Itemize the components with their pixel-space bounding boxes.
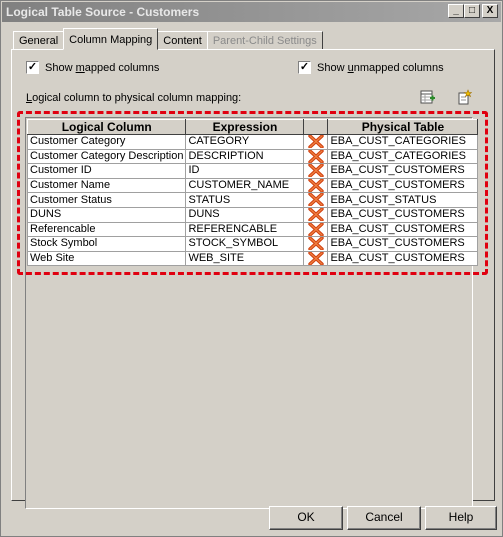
table-row[interactable]: Customer Name CUSTOMER_NAME EBA_CUST_CUSTO… bbox=[26, 177, 479, 194]
physical-table-cell[interactable]: EBA_CUST_CATEGORIES bbox=[327, 134, 479, 150]
expression-cell[interactable]: DESCRIPTION bbox=[185, 148, 305, 165]
logical-column-cell[interactable]: Referencable bbox=[26, 221, 187, 238]
delete-x-icon[interactable] bbox=[303, 221, 329, 238]
table-row[interactable]: Customer ID ID EBA_CUST_CUSTOMERS bbox=[26, 163, 479, 179]
close-button[interactable]: X bbox=[482, 4, 498, 18]
maximize-button[interactable]: □ bbox=[464, 4, 480, 18]
mapping-label: Logical column to physical column mappin… bbox=[26, 92, 242, 104]
expression-cell[interactable]: WEB_SITE bbox=[185, 250, 305, 267]
delete-x-icon[interactable] bbox=[303, 134, 329, 150]
table-body: Customer Category CATEGORY EBA_CUST_CATEGO… bbox=[26, 134, 479, 267]
physical-table-cell[interactable]: EBA_CUST_CATEGORIES bbox=[327, 148, 479, 165]
expression-cell[interactable]: STOCK_SYMBOL bbox=[185, 236, 305, 252]
delete-x-icon[interactable] bbox=[303, 192, 329, 208]
logical-column-cell[interactable]: Stock Symbol bbox=[26, 236, 187, 252]
expression-cell[interactable]: CUSTOMER_NAME bbox=[185, 177, 305, 194]
expression-cell[interactable]: DUNS bbox=[185, 206, 305, 223]
column-mapping-table: Logical Column Expression Physical Table… bbox=[26, 119, 479, 267]
logical-column-cell[interactable]: Customer Category bbox=[26, 134, 187, 150]
show-mapped-option[interactable]: ✓ Show mapped columns bbox=[26, 61, 159, 74]
logical-column-cell[interactable]: Customer Status bbox=[26, 192, 187, 208]
window-controls: _ □ X bbox=[448, 4, 498, 18]
header-logical-column[interactable]: Logical Column bbox=[26, 119, 187, 135]
table-row[interactable]: Customer Category CATEGORY EBA_CUST_CATEGO… bbox=[26, 134, 479, 150]
delete-x-icon[interactable] bbox=[303, 177, 329, 194]
delete-x-icon[interactable] bbox=[303, 236, 329, 252]
show-mapped-label: Show mapped columns bbox=[45, 61, 160, 74]
delete-x-icon[interactable] bbox=[303, 206, 329, 223]
show-unmapped-option[interactable]: ✓ Show unmapped columns bbox=[298, 61, 444, 74]
header-physical-table[interactable]: Physical Table bbox=[327, 119, 479, 135]
ok-button[interactable]: OK bbox=[269, 506, 343, 530]
physical-table-cell[interactable]: EBA_CUST_CUSTOMERS bbox=[327, 250, 479, 267]
dialog-window: Logical Table Source - Customers _ □ X G… bbox=[0, 0, 503, 537]
physical-table-cell[interactable]: EBA_CUST_CUSTOMERS bbox=[327, 221, 479, 238]
tab-strip: General Column Mapping Content Parent-Ch… bbox=[13, 28, 323, 50]
table-add-icon[interactable] bbox=[420, 89, 436, 105]
expression-cell[interactable]: CATEGORY bbox=[185, 134, 305, 150]
show-unmapped-checkbox[interactable]: ✓ bbox=[298, 61, 311, 74]
table-row[interactable]: Referencable REFERENCABLE EBA_CUST_CUSTOME… bbox=[26, 221, 479, 238]
physical-table-cell[interactable]: EBA_CUST_STATUS bbox=[327, 192, 479, 208]
table-row[interactable]: Customer Category Description DESCRIPTION… bbox=[26, 148, 479, 165]
delete-x-icon[interactable] bbox=[303, 163, 329, 179]
delete-x-icon[interactable] bbox=[303, 148, 329, 165]
logical-column-cell[interactable]: Customer ID bbox=[26, 163, 187, 179]
tab-general[interactable]: General bbox=[13, 31, 65, 50]
tab-parent-child-settings: Parent-Child Settings bbox=[206, 31, 323, 50]
tab-column-mapping[interactable]: Column Mapping bbox=[63, 28, 159, 50]
delete-x-icon[interactable] bbox=[303, 250, 329, 267]
header-delete bbox=[303, 119, 329, 135]
physical-table-cell[interactable]: EBA_CUST_CUSTOMERS bbox=[327, 163, 479, 179]
physical-table-cell[interactable]: EBA_CUST_CUSTOMERS bbox=[327, 206, 479, 223]
help-button[interactable]: Help bbox=[425, 506, 497, 530]
expression-cell[interactable]: STATUS bbox=[185, 192, 305, 208]
expression-cell[interactable]: ID bbox=[185, 163, 305, 179]
logical-column-cell[interactable]: Web Site bbox=[26, 250, 187, 267]
table-row[interactable]: Stock Symbol STOCK_SYMBOL EBA_CUST_CUSTOME… bbox=[26, 236, 479, 252]
title-bar[interactable]: Logical Table Source - Customers _ □ X bbox=[2, 2, 501, 22]
table-row[interactable]: Customer Status STATUS EBA_CUST_STATUS bbox=[26, 192, 479, 208]
expression-cell[interactable]: REFERENCABLE bbox=[185, 221, 305, 238]
logical-column-cell[interactable]: Customer Category Description bbox=[26, 148, 187, 165]
window-title: Logical Table Source - Customers bbox=[6, 5, 200, 19]
show-unmapped-label: Show unmapped columns bbox=[317, 61, 444, 74]
physical-table-cell[interactable]: EBA_CUST_CUSTOMERS bbox=[327, 236, 479, 252]
new-item-icon[interactable] bbox=[456, 89, 473, 105]
physical-table-cell[interactable]: EBA_CUST_CUSTOMERS bbox=[327, 177, 479, 194]
logical-column-cell[interactable]: DUNS bbox=[26, 206, 187, 223]
show-mapped-checkbox[interactable]: ✓ bbox=[26, 61, 39, 74]
table-header-row: Logical Column Expression Physical Table bbox=[26, 119, 479, 135]
table-row[interactable]: DUNS DUNS EBA_CUST_CUSTOMERS bbox=[26, 206, 479, 223]
header-expression[interactable]: Expression bbox=[185, 119, 305, 135]
table-row[interactable]: Web Site WEB_SITE EBA_CUST_CUSTOMERS bbox=[26, 250, 479, 267]
logical-column-cell[interactable]: Customer Name bbox=[26, 177, 187, 194]
minimize-button[interactable]: _ bbox=[448, 4, 464, 18]
tab-content[interactable]: Content bbox=[157, 31, 208, 50]
cancel-button[interactable]: Cancel bbox=[347, 506, 421, 530]
